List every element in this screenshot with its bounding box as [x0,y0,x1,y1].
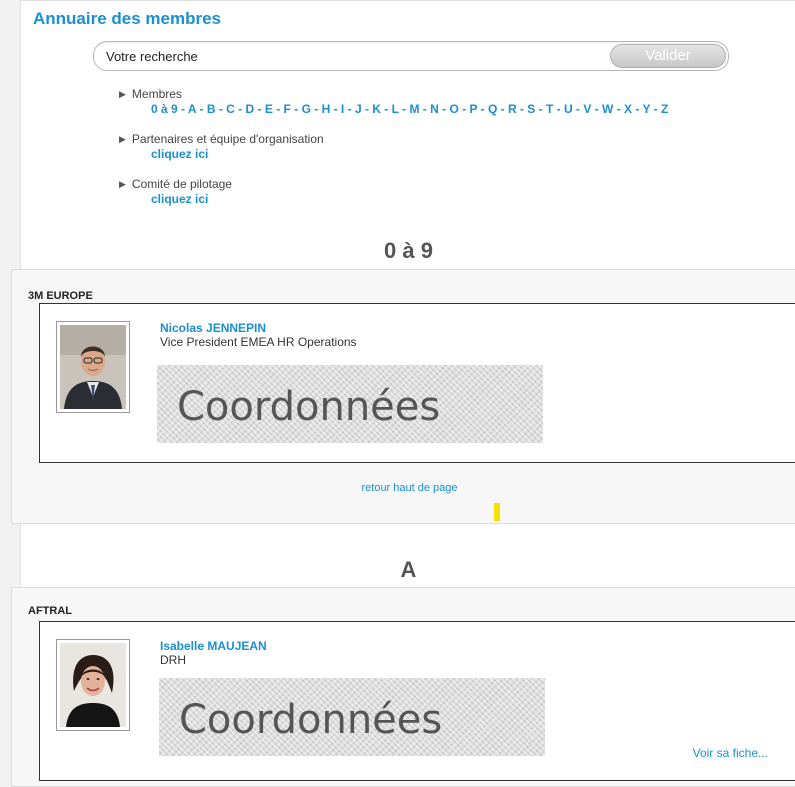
letter-link[interactable]: H [322,102,331,116]
letter-link[interactable]: C [226,102,235,116]
nav-partners-label: Partenaires et équipe d'organisation [131,132,324,146]
letter-link[interactable]: M [409,102,419,116]
letter-link[interactable]: E [265,102,273,116]
nav-committee: ▶ Comité de pilotage cliquez ici [119,177,232,206]
member-photo [56,321,130,413]
letter-separator: - [398,102,410,116]
nav-members-label: Membres [131,87,182,101]
group-name: 3M EUROPE [28,290,93,302]
member-name-link[interactable]: Isabelle MAUJEAN [160,639,267,653]
letter-separator: - [572,102,584,116]
letter-separator: - [419,102,431,116]
letter-separator: - [272,102,284,116]
page-title: Annuaire des membres [33,9,222,28]
man-portrait-image [60,325,126,409]
letter-separator: - [650,102,661,116]
committee-link[interactable]: cliquez ici [151,192,232,206]
back-to-top-link[interactable]: retour haut de page [22,482,795,494]
letter-separator: - [254,102,265,116]
triangle-right-icon: ▶ [119,88,126,99]
member-card: Nicolas JENNEPIN Vice President EMEA HR … [39,303,795,463]
page-container: Annuaire des membres Valider ▶ Membres 0… [11,0,795,787]
group-name: AFTRAL [28,605,72,617]
letter-separator: - [330,102,341,116]
see-profile-link[interactable]: Voir sa fiche... [693,746,768,760]
letter-separator: - [215,102,227,116]
member-role: DRH [160,653,186,667]
letter-link[interactable]: N [430,102,439,116]
letter-link[interactable]: 0 à 9 [151,102,178,116]
letter-link[interactable]: O [449,102,458,116]
partners-link[interactable]: cliquez ici [151,147,324,161]
letter-link[interactable]: F [284,102,291,116]
letter-link[interactable]: Z [661,102,668,116]
nav-members: ▶ Membres 0 à 9 - A - B - C - D - E - F … [119,87,668,116]
coordinates-block[interactable]: Coordonnées [159,678,545,756]
letter-separator: - [553,102,564,116]
yellow-marker [494,503,500,521]
search-bar: Valider [93,41,729,71]
nav-partners: ▶ Partenaires et équipe d'organisation c… [119,132,324,161]
alphabet-links: 0 à 9 - A - B - C - D - E - F - G - H - … [151,102,668,116]
letter-separator: - [177,102,188,116]
member-name-link[interactable]: Nicolas JENNEPIN [160,321,266,335]
letter-link[interactable]: D [246,102,255,116]
letter-link[interactable]: X [624,102,632,116]
member-photo [56,639,130,731]
letter-separator: - [535,102,546,116]
member-role: Vice President EMEA HR Operations [160,335,357,349]
letter-separator: - [613,102,625,116]
letter-separator: - [497,102,508,116]
letter-link[interactable]: A [188,102,196,116]
letter-separator: - [234,102,246,116]
woman-portrait-image [60,643,126,727]
triangle-right-icon: ▶ [119,178,126,189]
letter-link[interactable]: U [564,102,573,116]
letter-link[interactable]: B [207,102,216,116]
section-heading-0-9: 0 à 9 [384,238,433,263]
member-card: Isabelle MAUJEAN DRH Coordonnées Voir sa… [39,621,795,781]
letter-link[interactable]: K [372,102,381,116]
letter-separator: - [344,102,355,116]
letter-separator: - [380,102,392,116]
search-input[interactable] [106,47,596,65]
letter-link[interactable]: R [508,102,517,116]
letter-separator: - [458,102,470,116]
validate-button[interactable]: Valider [610,44,726,68]
letter-link[interactable]: G [302,102,311,116]
letter-link[interactable]: W [602,102,613,116]
letter-separator: - [516,102,528,116]
letter-separator: - [196,102,207,116]
letter-separator: - [438,102,450,116]
letter-separator: - [591,102,603,116]
group-box-3m: 3M EUROPE Nicolas JENNEPIN Vice Presiden… [11,269,795,524]
group-box-aftral: AFTRAL Isabelle MAUJEAN DRH Coordonnées … [11,587,795,787]
nav-committee-label: Comité de pilotage [131,177,232,191]
letter-separator: - [361,102,373,116]
letter-link[interactable]: L [392,102,399,116]
coordinates-block[interactable]: Coordonnées [157,365,543,443]
letter-separator: - [290,102,302,116]
letter-separator: - [477,102,488,116]
letter-link[interactable]: Q [488,102,497,116]
letter-link[interactable]: J [355,102,362,116]
letter-separator: - [310,102,322,116]
triangle-right-icon: ▶ [119,133,126,144]
section-heading-a: A [400,557,417,582]
letter-separator: - [632,102,643,116]
